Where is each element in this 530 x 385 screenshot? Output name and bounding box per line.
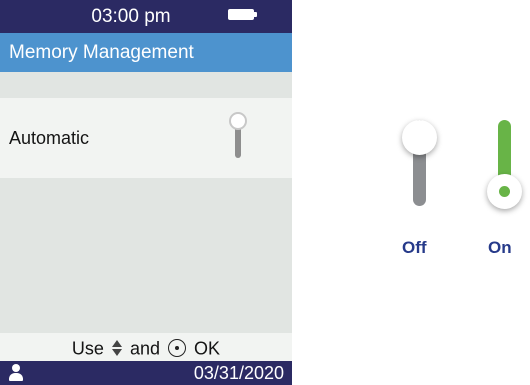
- setting-label-automatic: Automatic: [9, 128, 90, 148]
- setting-row-automatic[interactable]: Automatic: [0, 98, 292, 178]
- legend-label-off: Off: [402, 238, 427, 257]
- toggle-on-dot: [499, 186, 510, 197]
- hint-and: and: [129, 338, 161, 359]
- automatic-toggle[interactable]: [226, 112, 250, 160]
- hint-bar: Use and OK: [0, 333, 292, 361]
- user-icon: [9, 364, 23, 382]
- status-bar: 03:00 pm: [0, 0, 292, 33]
- page-title: Memory Management: [9, 42, 194, 63]
- user-icon-head: [12, 364, 20, 372]
- clock: 03:00 pm: [91, 6, 171, 27]
- toggle-on-knob: [487, 174, 522, 209]
- navigation-hint: Use and OK: [0, 336, 292, 359]
- toggle-on-illustration: [482, 112, 526, 212]
- battery-icon: [228, 9, 254, 20]
- title-bar: Memory Management: [0, 33, 292, 72]
- legend-label-on: On: [488, 238, 512, 257]
- toggle-off-knob: [402, 120, 437, 155]
- footer-date: 03/31/2020: [193, 363, 284, 383]
- hint-ok: OK: [194, 338, 221, 359]
- battery-tip: [254, 12, 257, 17]
- up-down-arrows-icon: [111, 339, 123, 357]
- hint-use: Use: [71, 338, 104, 359]
- device-screen: 03:00 pm Memory Management Automatic Use…: [0, 0, 292, 385]
- toggle-off-illustration: [397, 112, 441, 212]
- settings-list: Automatic: [0, 72, 292, 333]
- footer-bar: 03/31/2020: [0, 361, 292, 385]
- ok-button-icon: [168, 339, 187, 358]
- user-icon-body: [9, 373, 23, 381]
- toggle-knob: [229, 112, 247, 130]
